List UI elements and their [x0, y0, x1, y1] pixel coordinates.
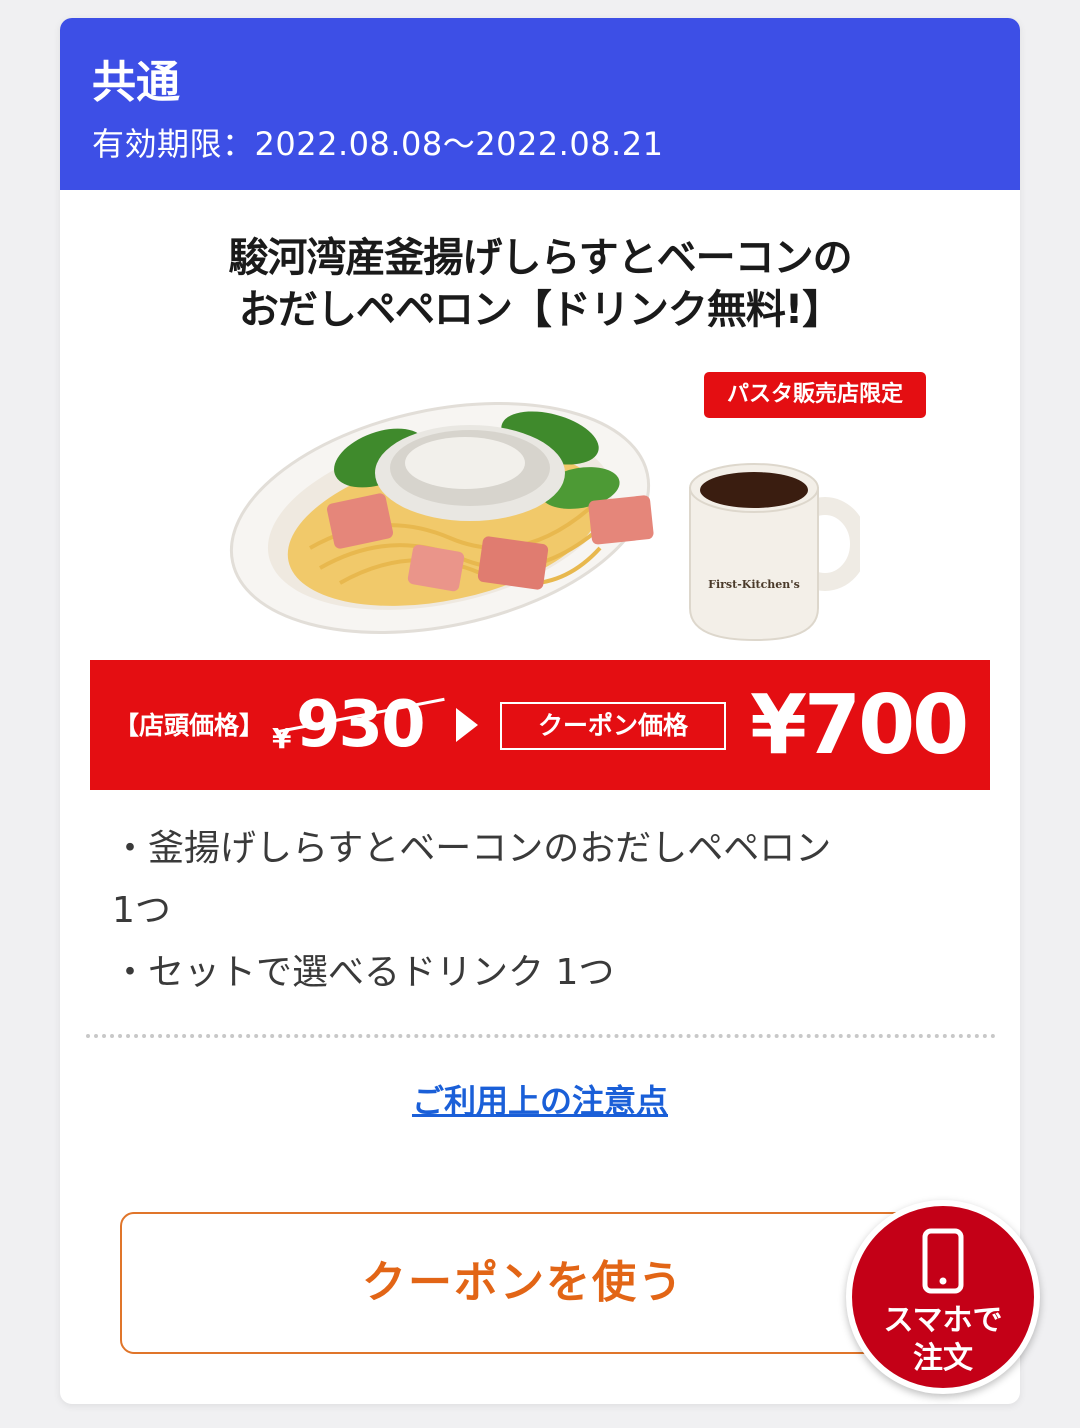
coupon-price: ¥700	[750, 678, 969, 773]
mobile-order-label-line2: 注文	[913, 1341, 973, 1376]
price-bar: 【店頭価格】 ¥ 930 クーポン価格 ¥700	[90, 660, 990, 790]
product-title-line2: おだしペペロン【ドリンク無料!】	[238, 287, 842, 333]
dotted-divider	[86, 1034, 996, 1038]
coupon-header: 共通 有効期限：2022.08.08〜2022.08.21	[60, 18, 1020, 190]
coupon-price-label: クーポン価格	[500, 702, 726, 750]
coupon-category: 共通	[92, 57, 180, 108]
product-title-line1: 駿河湾産釜揚げしらすとベーコンの	[228, 235, 852, 281]
list-item: ・セットで選べるドリンク 1つ	[112, 952, 615, 993]
list-item: 1つ	[112, 890, 171, 931]
mobile-order-label-line1: スマホで	[883, 1303, 1003, 1338]
list-item: ・釜揚げしらすとベーコンのおだしペペロン	[112, 828, 832, 869]
coupon-contents: ・釜揚げしらすとベーコンのおだしペペロン 1つ ・セットで選べるドリンク 1つ	[112, 818, 972, 1004]
arrow-right-icon	[456, 708, 478, 742]
promo-badge: パスタ販売店限定	[704, 372, 926, 418]
store-price-label: 【店頭価格】	[114, 711, 265, 740]
smartphone-icon	[922, 1228, 964, 1294]
product-title: 駿河湾産釜揚げしらすとベーコンの おだしペペロン【ドリンク無料!】	[60, 232, 1020, 336]
cup-logo-text: First-Kitchen's	[708, 578, 800, 591]
use-coupon-button[interactable]: クーポンを使う	[120, 1212, 926, 1354]
mobile-order-label: スマホで 注文	[852, 1302, 1034, 1378]
usage-notes-link[interactable]: ご利用上の注意点	[60, 1076, 1020, 1122]
validity-period: 有効期限：2022.08.08〜2022.08.21	[92, 125, 664, 163]
coupon-card: 共通 有効期限：2022.08.08〜2022.08.21 駿河湾産釜揚げしらす…	[60, 18, 1020, 1404]
mobile-order-button[interactable]: スマホで 注文	[846, 1200, 1040, 1394]
